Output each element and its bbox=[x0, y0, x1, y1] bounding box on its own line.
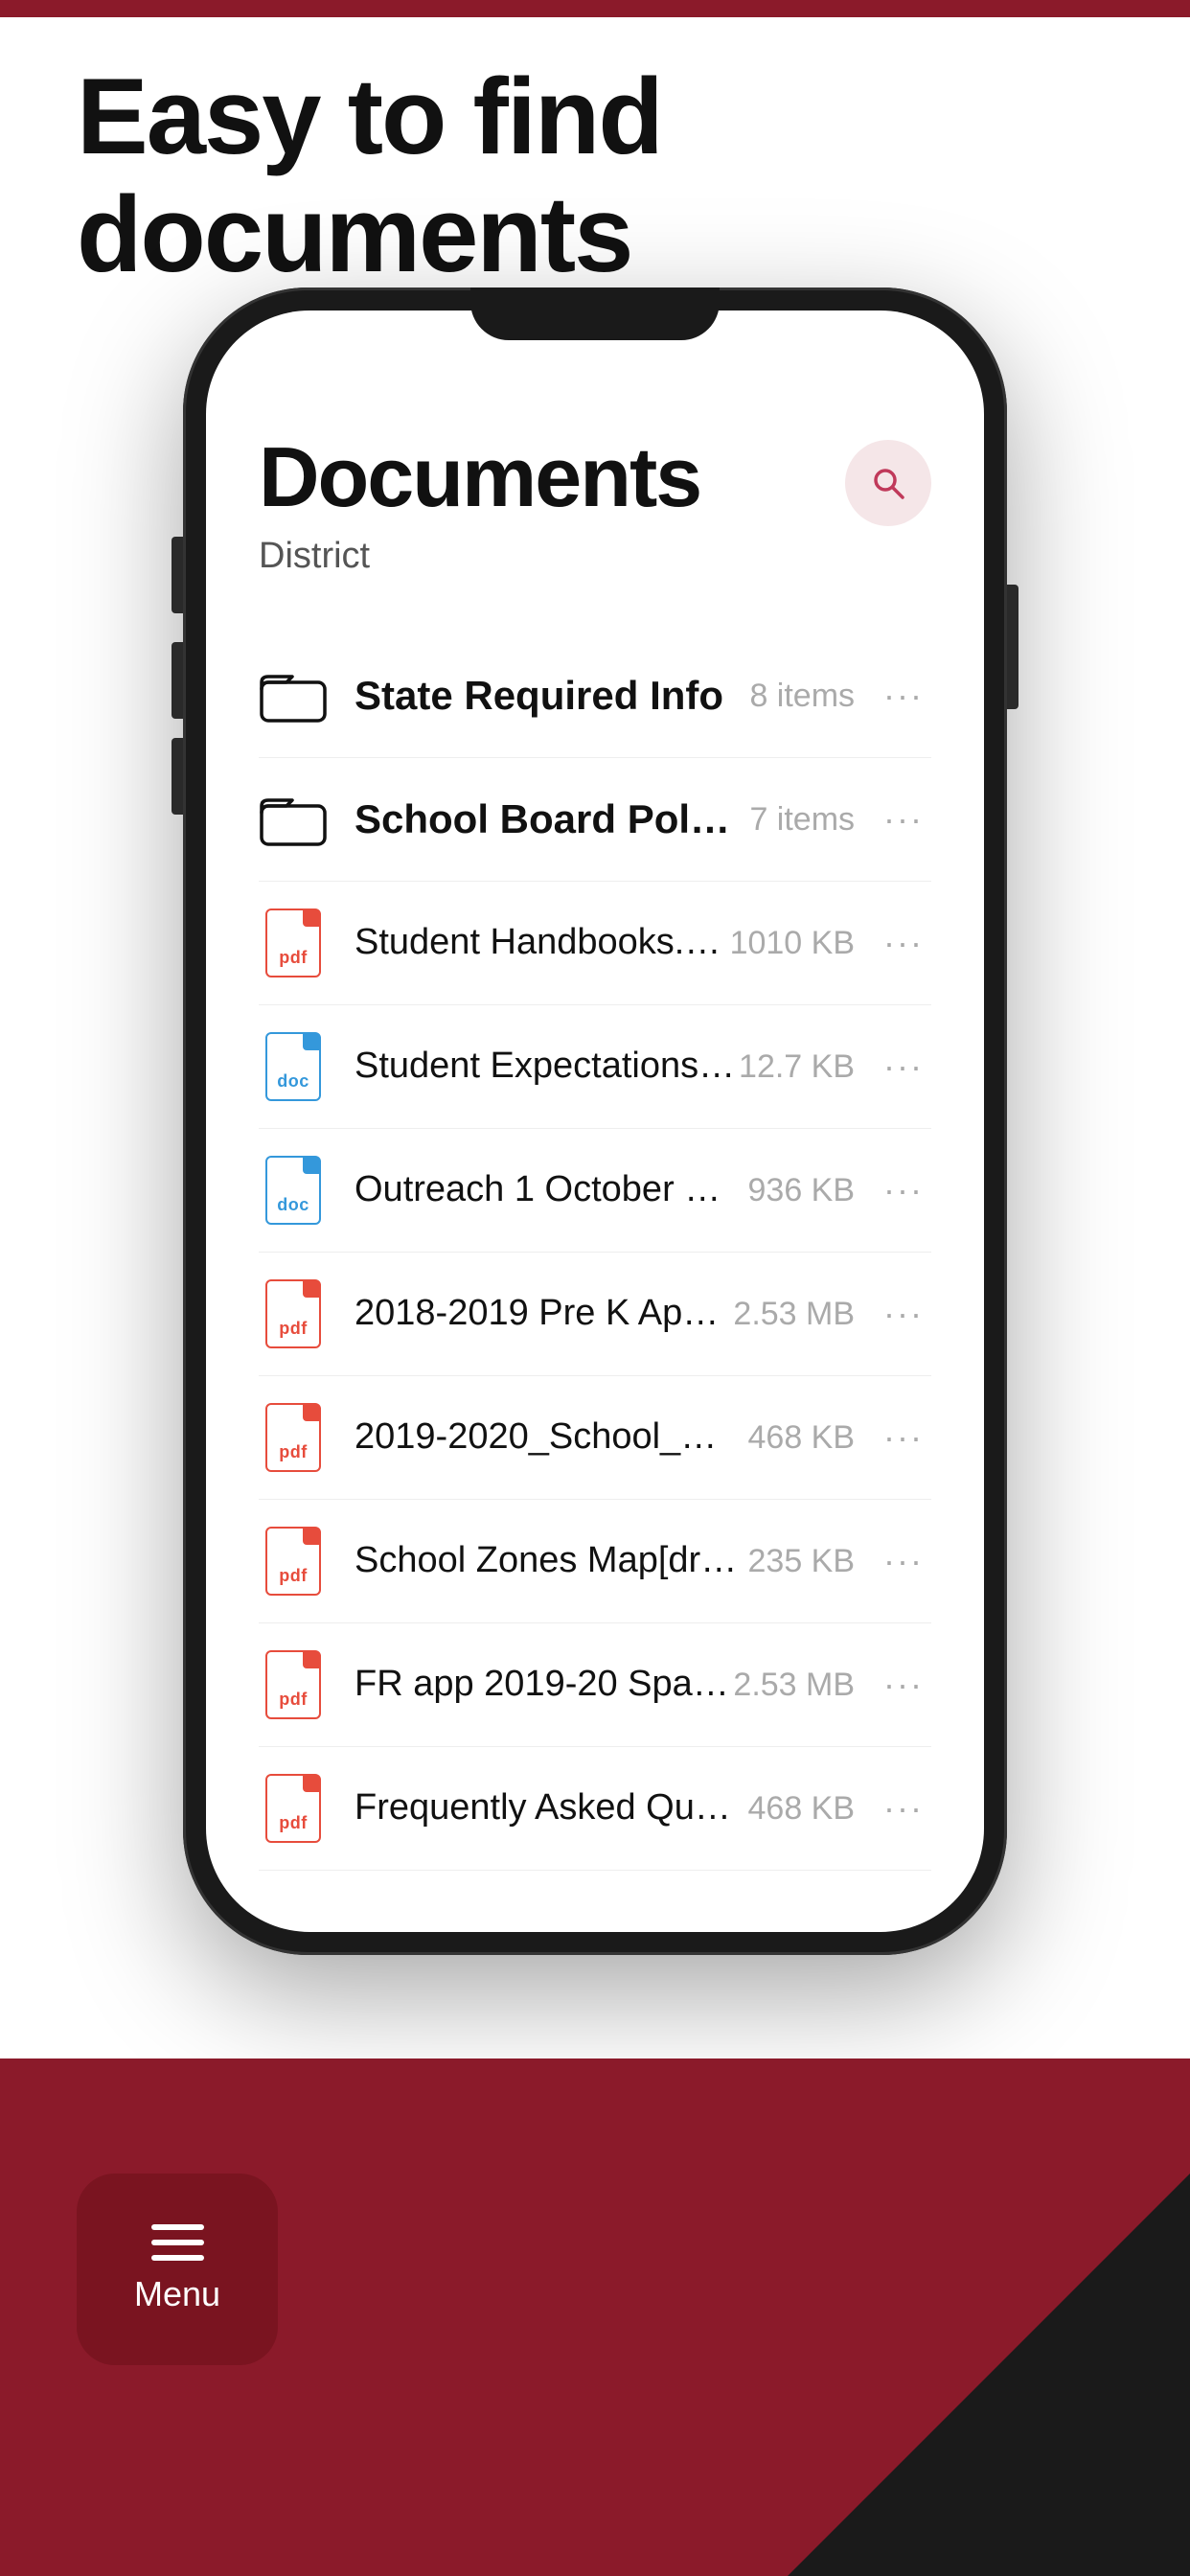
item-more-button-folder-state[interactable]: ··· bbox=[876, 671, 931, 721]
item-meta-folder-board: 7 items bbox=[740, 801, 855, 839]
list-item-file-2[interactable]: doc Student Expectations for...12.7 KB ··… bbox=[259, 1005, 931, 1129]
list-item-file-7[interactable]: pdf FR app 2019-20 Spanish2.53 MB ··· bbox=[259, 1623, 931, 1747]
item-meta-file-7: 2.53 MB bbox=[733, 1667, 855, 1704]
item-more-button-file-6[interactable]: ··· bbox=[876, 1536, 931, 1586]
menu-label: Menu bbox=[134, 2274, 220, 2314]
item-more-button-file-8[interactable]: ··· bbox=[876, 1783, 931, 1833]
screen-content: Documents District State Req bbox=[206, 387, 984, 1932]
hero-section: Easy to find documents bbox=[0, 58, 1190, 293]
item-more-button-file-2[interactable]: ··· bbox=[876, 1042, 931, 1092]
doc-icon-file-2: doc bbox=[259, 1032, 328, 1101]
item-meta-file-1: 1010 KB bbox=[730, 925, 855, 962]
pdf-file-icon: pdf bbox=[265, 1650, 321, 1719]
top-status-bar bbox=[0, 0, 1190, 17]
file-list: State Required Info8 items ··· School Boa… bbox=[259, 634, 931, 1871]
list-item-file-1[interactable]: pdf Student Handbooks.pdf1010 KB ··· bbox=[259, 882, 931, 1005]
pdf-file-icon: pdf bbox=[265, 1527, 321, 1596]
pdf-icon-file-8: pdf bbox=[259, 1774, 328, 1843]
list-item-folder-board[interactable]: School Board Policies7 items ··· bbox=[259, 758, 931, 882]
item-meta-file-5: 468 KB bbox=[740, 1419, 855, 1457]
item-name-folder-state: State Required Info bbox=[355, 670, 740, 723]
item-name-folder-board: School Board Policies bbox=[355, 794, 740, 846]
item-meta-folder-state: 8 items bbox=[740, 678, 855, 715]
item-more-button-file-4[interactable]: ··· bbox=[876, 1289, 931, 1339]
list-item-folder-state[interactable]: State Required Info8 items ··· bbox=[259, 634, 931, 758]
phone-screen: Documents District State Req bbox=[206, 310, 984, 1932]
screen-subtitle: District bbox=[259, 536, 931, 577]
folder-icon-folder-board bbox=[259, 785, 328, 854]
item-name-file-8: Frequently Asked Questions... bbox=[355, 1784, 740, 1831]
list-item-file-4[interactable]: pdf 2018-2019 Pre K Applic...2.53 MB ··· bbox=[259, 1253, 931, 1376]
doc-file-icon: doc bbox=[265, 1032, 321, 1101]
item-name-file-3: Outreach 1 October 17th.doc bbox=[355, 1166, 740, 1213]
hero-title: Easy to find documents bbox=[77, 58, 1113, 293]
item-name-file-5: 2019-2020_School_Calenda... bbox=[355, 1414, 740, 1460]
pdf-icon-file-7: pdf bbox=[259, 1650, 328, 1719]
list-item-file-8[interactable]: pdf Frequently Asked Questions...468 KB ·… bbox=[259, 1747, 931, 1871]
pdf-icon-file-1: pdf bbox=[259, 908, 328, 978]
documents-title: Documents bbox=[259, 435, 700, 519]
item-meta-file-3: 936 KB bbox=[740, 1172, 855, 1209]
item-name-file-4: 2018-2019 Pre K Applic... bbox=[355, 1290, 733, 1337]
phone-notch bbox=[470, 288, 720, 340]
folder-icon-folder-state bbox=[259, 661, 328, 730]
menu-icon bbox=[151, 2224, 204, 2261]
phone-mockup: Documents District State Req bbox=[183, 288, 1007, 1955]
search-button[interactable] bbox=[845, 440, 931, 526]
pdf-file-icon: pdf bbox=[265, 1774, 321, 1843]
item-more-button-file-5[interactable]: ··· bbox=[876, 1413, 931, 1462]
item-more-button-file-1[interactable]: ··· bbox=[876, 918, 931, 968]
doc-icon-file-3: doc bbox=[259, 1156, 328, 1225]
item-meta-file-2: 12.7 KB bbox=[739, 1048, 855, 1086]
item-name-file-2: Student Expectations for... bbox=[355, 1043, 739, 1090]
folder-svg bbox=[260, 667, 327, 724]
pdf-icon-file-5: pdf bbox=[259, 1403, 328, 1472]
list-item-file-3[interactable]: doc Outreach 1 October 17th.doc936 KB ··· bbox=[259, 1129, 931, 1253]
item-meta-file-6: 235 KB bbox=[740, 1543, 855, 1580]
item-more-button-folder-board[interactable]: ··· bbox=[876, 794, 931, 844]
doc-file-icon: doc bbox=[265, 1156, 321, 1225]
pdf-file-icon: pdf bbox=[265, 908, 321, 978]
item-name-file-1: Student Handbooks.pdf bbox=[355, 919, 730, 966]
screen-header: Documents bbox=[259, 435, 931, 526]
list-item-file-6[interactable]: pdf School Zones Map[draft 2]...235 KB ··… bbox=[259, 1500, 931, 1623]
item-more-button-file-7[interactable]: ··· bbox=[876, 1660, 931, 1710]
item-meta-file-4: 2.53 MB bbox=[733, 1296, 855, 1333]
pdf-file-icon: pdf bbox=[265, 1403, 321, 1472]
phone-outer-frame: Documents District State Req bbox=[183, 288, 1007, 1955]
title-group: Documents bbox=[259, 435, 700, 519]
pdf-file-icon: pdf bbox=[265, 1279, 321, 1348]
folder-svg bbox=[260, 791, 327, 848]
list-item-file-5[interactable]: pdf 2019-2020_School_Calenda...468 KB ··· bbox=[259, 1376, 931, 1500]
item-more-button-file-3[interactable]: ··· bbox=[876, 1165, 931, 1215]
menu-button[interactable]: Menu bbox=[77, 2174, 278, 2365]
item-meta-file-8: 468 KB bbox=[740, 1790, 855, 1828]
pdf-icon-file-4: pdf bbox=[259, 1279, 328, 1348]
item-name-file-7: FR app 2019-20 Spanish bbox=[355, 1661, 733, 1708]
pdf-icon-file-6: pdf bbox=[259, 1527, 328, 1596]
search-icon bbox=[869, 464, 907, 502]
item-name-file-6: School Zones Map[draft 2]... bbox=[355, 1537, 740, 1584]
